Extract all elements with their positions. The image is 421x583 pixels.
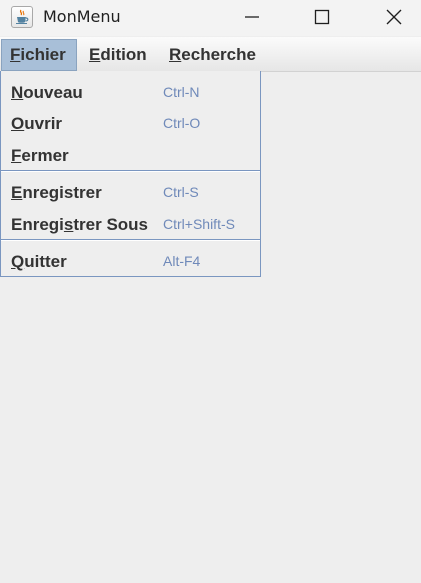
menu-item-enregistrer-sous[interactable]: Enregistrer Sous Ctrl+Shift-S [1,208,260,239]
menu-item-label: Fermer [11,146,69,165]
fichier-dropdown-menu: Nouveau Ctrl-N Ouvrir Ctrl-O Fermer Enre… [0,71,261,277]
window-title: MonMenu [43,7,121,26]
menu-edition[interactable]: Edition [81,39,155,71]
menu-item-label: Enregistrer Sous [11,215,149,234]
menu-label: dition [100,45,147,64]
menu-recherche[interactable]: Recherche [161,39,264,71]
menu-item-label: Nouveau [11,83,83,102]
minimize-icon [245,16,259,18]
menu-separator [1,239,260,241]
menu-mnemonic: R [169,45,182,64]
menu-item-label: Enregistrer [11,183,102,202]
menu-item-fermer[interactable]: Fermer [1,139,260,170]
menu-mnemonic: F [10,45,21,64]
java-cup-icon [11,6,33,28]
menu-item-quitter[interactable]: Quitter Alt-F4 [1,245,260,276]
close-icon [386,9,402,25]
menu-label: ichier [20,45,66,64]
menu-separator [1,170,260,172]
menu-item-accelerator: Ctrl+Shift-S [163,216,235,232]
app-window: MonMenu Fichier Edition Recherche Nouvea… [0,0,421,583]
menu-label: echerche [181,45,256,64]
menu-item-label: Ouvrir [11,114,63,133]
menu-fichier[interactable]: Fichier [1,39,77,71]
minimize-button[interactable] [229,0,275,34]
menu-item-accelerator: Alt-F4 [163,253,201,269]
menu-item-label: Quitter [11,252,67,271]
close-button[interactable] [371,0,417,34]
menu-item-accelerator: Ctrl-S [163,184,199,200]
menu-item-enregistrer[interactable]: Enregistrer Ctrl-S [1,176,260,207]
menu-bar: Fichier Edition Recherche [0,37,421,72]
menu-item-ouvrir[interactable]: Ouvrir Ctrl-O [1,107,260,138]
menu-item-accelerator: Ctrl-O [163,115,201,131]
menu-item-nouveau[interactable]: Nouveau Ctrl-N [1,76,260,107]
title-bar[interactable]: MonMenu [0,0,421,36]
menu-mnemonic: E [89,45,101,64]
maximize-icon [314,9,330,25]
maximize-button[interactable] [299,0,345,34]
menu-item-accelerator: Ctrl-N [163,84,200,100]
